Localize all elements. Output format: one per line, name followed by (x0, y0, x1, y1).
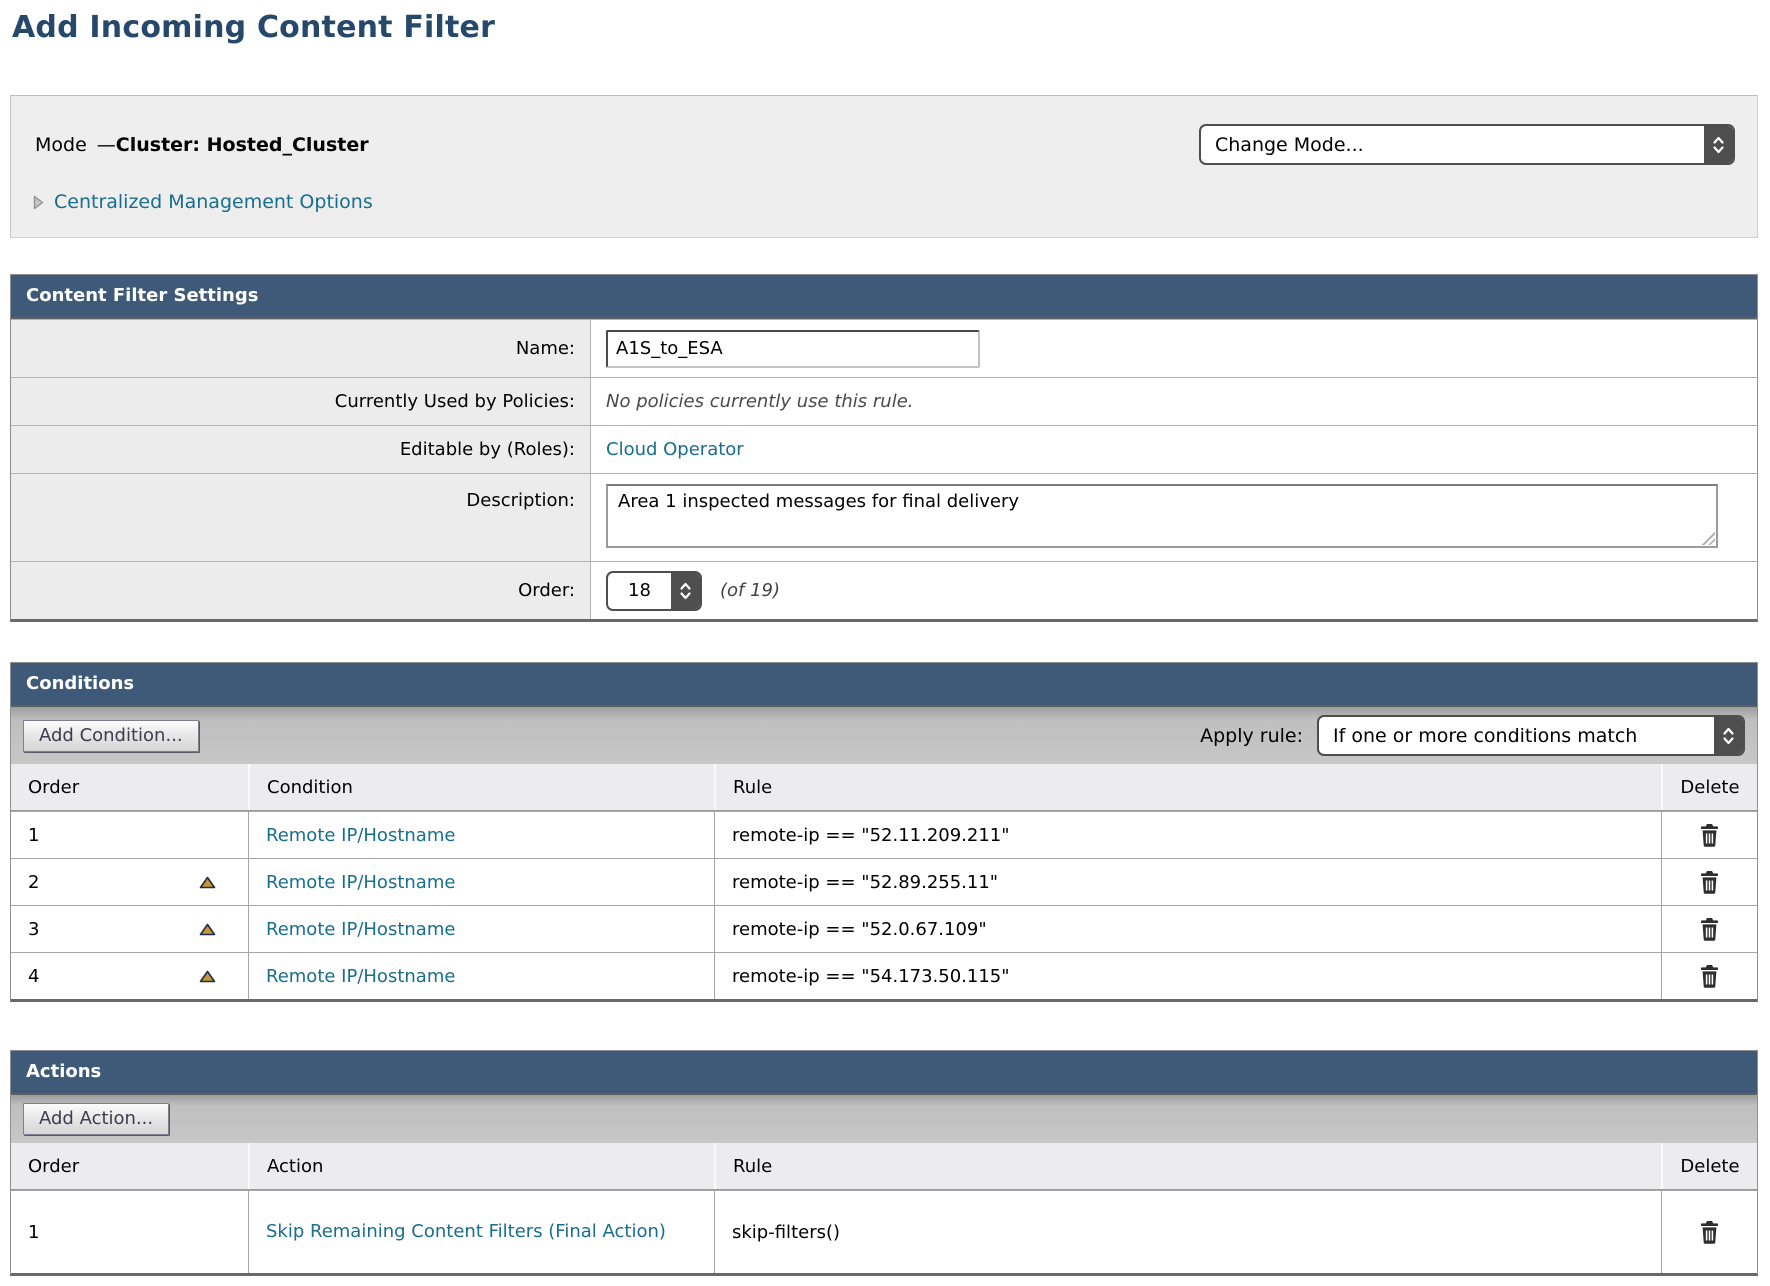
actions-table: Actions Add Action... Order Action Rule … (10, 1050, 1758, 1276)
col-header-action: Action (248, 1143, 714, 1189)
change-mode-select[interactable]: Change Mode... (1199, 124, 1735, 165)
condition-order: 3 (28, 919, 39, 940)
spinner-icon (1704, 126, 1733, 163)
col-header-condition: Condition (248, 764, 714, 810)
condition-rule: remote-ip == "54.173.50.115" (732, 966, 1010, 987)
conditions-column-headers: Order Condition Rule Delete (11, 764, 1757, 811)
spinner-icon (671, 573, 700, 609)
col-header-rule: Rule (714, 1143, 1661, 1189)
add-action-button[interactable]: Add Action... (23, 1103, 169, 1135)
trash-icon[interactable] (1697, 1219, 1722, 1246)
name-input[interactable] (606, 330, 980, 368)
order-label: Order: (11, 562, 591, 619)
condition-row: 1 Remote IP/Hostname remote-ip == "52.11… (11, 811, 1757, 858)
condition-order: 4 (28, 966, 39, 987)
order-select-value: 18 (608, 573, 671, 609)
page-title: Add Incoming Content Filter (12, 10, 1758, 45)
move-up-icon[interactable] (197, 874, 218, 891)
apply-rule-select-value: If one or more conditions match (1319, 717, 1714, 754)
condition-order: 1 (28, 825, 39, 846)
content-filter-settings-header: Content Filter Settings (11, 275, 1757, 319)
move-up-icon[interactable] (197, 968, 218, 985)
mode-panel: Mode —Cluster: Hosted_Cluster Change Mode… (10, 95, 1758, 238)
editable-by-label: Editable by (Roles): (11, 426, 591, 473)
order-select[interactable]: 18 (606, 571, 702, 611)
trash-icon[interactable] (1697, 822, 1722, 849)
apply-rule-label: Apply rule: (1200, 725, 1303, 747)
description-textarea[interactable]: Area 1 inspected messages for final deli… (606, 484, 1718, 548)
condition-link[interactable]: Remote IP/Hostname (266, 919, 455, 940)
mode-dash: — (97, 134, 116, 156)
settings-row-name: Name: (11, 319, 1757, 377)
actions-header: Actions (11, 1051, 1757, 1095)
disclosure-triangle-icon[interactable] (33, 195, 44, 210)
centralized-management-options-link[interactable]: Centralized Management Options (54, 191, 373, 213)
col-header-delete: Delete (1661, 1143, 1757, 1189)
conditions-toolbar: Add Condition... Apply rule: If one or m… (11, 707, 1757, 764)
content-filter-settings-table: Content Filter Settings Name: Currently … (10, 274, 1758, 622)
condition-row: 2 Remote IP/Hostname remote-ip == "52.89… (11, 858, 1757, 905)
trash-icon[interactable] (1697, 963, 1722, 990)
mode-text: Mode —Cluster: Hosted_Cluster (33, 134, 369, 156)
mode-label: Mode (35, 134, 87, 156)
page: Add Incoming Content Filter Mode —Cluster… (0, 0, 1770, 1286)
conditions-header: Conditions (11, 663, 1757, 707)
cloud-operator-link[interactable]: Cloud Operator (606, 439, 744, 460)
col-header-order: Order (11, 1143, 248, 1189)
trash-icon[interactable] (1697, 869, 1722, 896)
action-rule: skip-filters() (732, 1222, 840, 1243)
description-text: Area 1 inspected messages for final deli… (618, 491, 1019, 512)
condition-rule: remote-ip == "52.0.67.109" (732, 919, 987, 940)
used-by-policies-value: No policies currently use this rule. (606, 391, 914, 412)
action-link[interactable]: Skip Remaining Content Filters (Final Ac… (266, 1220, 666, 1244)
condition-rule: remote-ip == "52.11.209.211" (732, 825, 1010, 846)
order-total: (of 19) (720, 580, 780, 601)
spinner-icon (1714, 717, 1743, 754)
resize-grip-icon[interactable] (1700, 530, 1715, 545)
apply-rule-select[interactable]: If one or more conditions match (1317, 715, 1745, 756)
settings-row-used-by-policies: Currently Used by Policies: No policies … (11, 377, 1757, 425)
trash-icon[interactable] (1697, 916, 1722, 943)
change-mode-select-value: Change Mode... (1201, 126, 1704, 163)
condition-order: 2 (28, 872, 39, 893)
settings-row-editable-by: Editable by (Roles): Cloud Operator (11, 425, 1757, 473)
action-row: 1 Skip Remaining Content Filters (Final … (11, 1190, 1757, 1273)
actions-column-headers: Order Action Rule Delete (11, 1143, 1757, 1190)
settings-row-description: Description: Area 1 inspected messages f… (11, 473, 1757, 561)
move-up-icon[interactable] (197, 921, 218, 938)
condition-link[interactable]: Remote IP/Hostname (266, 872, 455, 893)
settings-row-order: Order: 18 (of 19) (11, 561, 1757, 619)
actions-toolbar: Add Action... (11, 1095, 1757, 1143)
name-label: Name: (11, 320, 591, 377)
condition-row: 4 Remote IP/Hostname remote-ip == "54.17… (11, 952, 1757, 999)
add-condition-button[interactable]: Add Condition... (23, 720, 199, 752)
description-label: Description: (11, 474, 591, 561)
mode-value: Cluster: Hosted_Cluster (116, 134, 369, 156)
condition-link[interactable]: Remote IP/Hostname (266, 825, 455, 846)
used-by-policies-label: Currently Used by Policies: (11, 378, 591, 425)
condition-row: 3 Remote IP/Hostname remote-ip == "52.0.… (11, 905, 1757, 952)
action-order: 1 (28, 1222, 39, 1243)
col-header-order: Order (11, 764, 248, 810)
condition-rule: remote-ip == "52.89.255.11" (732, 872, 998, 893)
col-header-rule: Rule (714, 764, 1661, 810)
col-header-delete: Delete (1661, 764, 1757, 810)
condition-link[interactable]: Remote IP/Hostname (266, 966, 455, 987)
conditions-table: Conditions Add Condition... Apply rule: … (10, 662, 1758, 1002)
